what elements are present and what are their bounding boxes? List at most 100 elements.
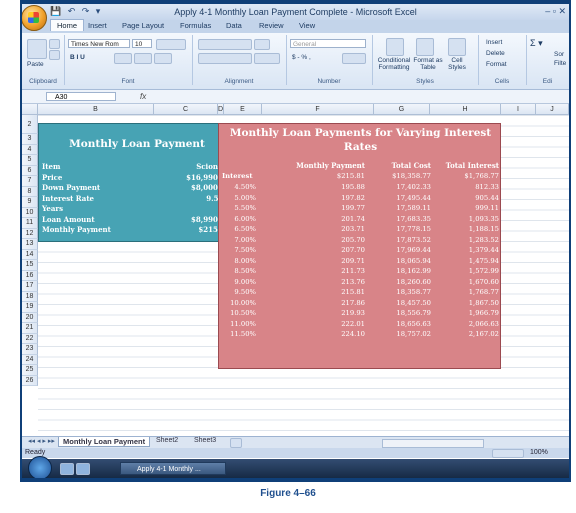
- cut-icon[interactable]: [49, 39, 60, 49]
- switch-windows-icon[interactable]: [76, 463, 90, 475]
- select-all-corner[interactable]: [22, 104, 38, 115]
- table-cell-cost: 17,778.15: [396, 225, 431, 233]
- row-header[interactable]: 7: [22, 176, 38, 187]
- conditional-formatting-button[interactable]: Conditional Formatting: [374, 57, 414, 71]
- tab-home[interactable]: Home: [50, 19, 85, 31]
- cells-group-label: Cells: [494, 78, 510, 85]
- horizontal-align-icon[interactable]: [198, 53, 252, 64]
- column-header-h[interactable]: H: [430, 104, 501, 115]
- row-header[interactable]: 13: [22, 239, 38, 250]
- column-header-g[interactable]: G: [374, 104, 430, 115]
- row-header[interactable]: 25: [22, 365, 38, 376]
- row-header[interactable]: 11: [22, 218, 38, 229]
- column-header-i[interactable]: I: [501, 104, 536, 115]
- filter-button[interactable]: Filte: [554, 60, 566, 67]
- sheet-nav-arrows[interactable]: ◂◂ ◂ ▸ ▸▸: [24, 437, 59, 445]
- table-cell-cost: 17,873.52: [396, 235, 431, 244]
- paste-icon[interactable]: [27, 39, 47, 59]
- row-header[interactable]: 9: [22, 197, 38, 208]
- font-size-combo[interactable]: 10: [132, 39, 152, 48]
- table-cell-rate: 10.00%: [230, 298, 256, 307]
- paste-button[interactable]: Paste: [27, 61, 44, 68]
- column-header-e[interactable]: E: [224, 104, 262, 115]
- column-header-f[interactable]: F: [262, 104, 374, 115]
- row-header[interactable]: 21: [22, 323, 38, 334]
- row-header[interactable]: 5: [22, 155, 38, 166]
- autosum-icon[interactable]: Σ ▾: [530, 38, 543, 49]
- row-header[interactable]: 3: [22, 134, 38, 145]
- tab-insert[interactable]: Insert: [88, 21, 107, 30]
- editing-group-label: Edi: [542, 78, 553, 85]
- conditional-formatting-icon[interactable]: [386, 38, 404, 56]
- merge-center-icon[interactable]: [254, 53, 280, 64]
- window-controls[interactable]: – ▫ ✕: [545, 6, 566, 17]
- bold-italic-underline-buttons[interactable]: B I U: [70, 54, 85, 61]
- row-header[interactable]: 4: [22, 144, 38, 155]
- font-color-icon[interactable]: [154, 53, 172, 64]
- insert-sheet-icon[interactable]: [230, 438, 242, 448]
- row-header[interactable]: 2: [22, 115, 38, 134]
- row-header[interactable]: 18: [22, 291, 38, 302]
- taskbar: Apply 4-1 Monthly ...: [22, 456, 569, 478]
- table-cell-interest: 1,867.50: [468, 298, 499, 307]
- start-button[interactable]: [28, 456, 52, 478]
- insert-function-icon[interactable]: fx: [140, 92, 146, 101]
- tab-formulas[interactable]: Formulas: [180, 21, 211, 30]
- table-cell-interest: 1,966.79: [468, 309, 499, 317]
- zoom-level[interactable]: 100%: [530, 449, 548, 456]
- row-header[interactable]: 8: [22, 186, 38, 197]
- row-header[interactable]: 26: [22, 375, 38, 386]
- row-header[interactable]: 20: [22, 312, 38, 323]
- cell-styles-button[interactable]: Cell Styles: [444, 57, 470, 71]
- sheet-tab-sheet2[interactable]: Sheet2: [152, 437, 182, 444]
- sort-button[interactable]: Sor: [554, 51, 564, 58]
- current-interest: $1,768.77: [464, 172, 499, 180]
- office-logo-icon: [28, 12, 39, 23]
- table-cell-interest: 2,167.02: [468, 330, 499, 338]
- format-cells-button[interactable]: Format: [486, 61, 507, 68]
- table-cell-cost: 17,495.44: [396, 193, 431, 202]
- view-buttons-icon[interactable]: [492, 449, 524, 458]
- row-header[interactable]: 6: [22, 165, 38, 176]
- row-header[interactable]: 17: [22, 281, 38, 292]
- row-header[interactable]: 14: [22, 249, 38, 260]
- column-header-j[interactable]: J: [536, 104, 569, 115]
- tab-data[interactable]: Data: [226, 21, 242, 30]
- tab-page-layout[interactable]: Page Layout: [122, 21, 164, 30]
- cell-styles-icon[interactable]: [448, 38, 466, 56]
- grow-shrink-font-icon[interactable]: [156, 39, 186, 50]
- row-header[interactable]: 23: [22, 344, 38, 355]
- row-header[interactable]: 12: [22, 228, 38, 239]
- taskbar-excel-button[interactable]: Apply 4-1 Monthly ...: [120, 462, 226, 475]
- vertical-align-icon[interactable]: [198, 39, 252, 50]
- row-header[interactable]: 19: [22, 302, 38, 313]
- copy-icon[interactable]: [49, 50, 60, 60]
- format-as-table-icon[interactable]: [416, 38, 434, 56]
- row-header[interactable]: 24: [22, 354, 38, 365]
- show-desktop-icon[interactable]: [60, 463, 74, 475]
- row-header[interactable]: 10: [22, 207, 38, 218]
- number-format-buttons[interactable]: $ - % ,: [292, 54, 311, 61]
- format-as-table-button[interactable]: Format as Table: [412, 57, 444, 71]
- horizontal-scrollbar[interactable]: [382, 439, 484, 448]
- decimal-icon[interactable]: [342, 53, 366, 64]
- row-header[interactable]: 15: [22, 260, 38, 271]
- fill-color-icon[interactable]: [134, 53, 152, 64]
- sheet-tab-sheet3[interactable]: Sheet3: [190, 437, 220, 444]
- insert-cells-button[interactable]: Insert: [486, 39, 502, 46]
- tab-review[interactable]: Review: [259, 21, 284, 30]
- name-box[interactable]: A30: [46, 92, 116, 101]
- wrap-text-icon[interactable]: [254, 39, 270, 50]
- delete-cells-button[interactable]: Delete: [486, 50, 505, 57]
- font-name-combo[interactable]: Times New Rom: [68, 39, 130, 48]
- sheet-tab-monthly-loan-payment[interactable]: Monthly Loan Payment: [58, 437, 151, 447]
- column-header-c[interactable]: C: [154, 104, 218, 115]
- borders-icon[interactable]: [114, 53, 132, 64]
- number-format-combo[interactable]: General: [290, 39, 366, 48]
- table-cell-cost: 18,358.77: [396, 288, 431, 296]
- row-header[interactable]: 22: [22, 333, 38, 344]
- column-header-b[interactable]: B: [38, 104, 154, 115]
- row-header[interactable]: 16: [22, 270, 38, 281]
- office-button[interactable]: [22, 5, 47, 31]
- tab-view[interactable]: View: [299, 21, 315, 30]
